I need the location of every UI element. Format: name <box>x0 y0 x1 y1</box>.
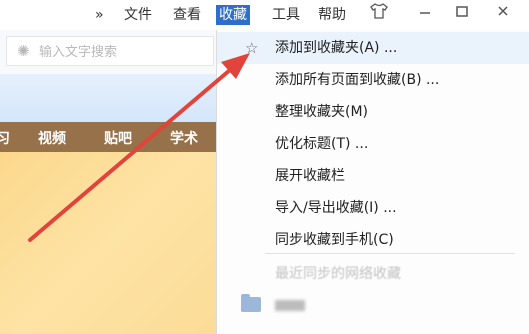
nav-item-tieba[interactable]: 贴吧 <box>104 128 132 148</box>
menu-item-label: 导入/导出收藏(I) ... <box>275 200 397 216</box>
menu-item-add-to-favorites[interactable]: ☆ 添加到收藏夹(A) ... <box>217 32 529 64</box>
search-input[interactable] <box>39 42 209 62</box>
menu-tools[interactable]: 工具 <box>272 5 300 25</box>
page-banner <box>0 152 216 334</box>
menu-item-label: 同步收藏到手机(C) <box>275 232 394 248</box>
menu-view[interactable]: 查看 <box>173 5 201 25</box>
site-nav: 习 视频 贴吧 学术 <box>0 122 216 152</box>
menu-item-label: 添加所有页面到收藏(B) ... <box>275 72 440 88</box>
menu-item-import-export[interactable]: 导入/导出收藏(I) ... <box>217 192 529 224</box>
search-toolbar: ✺ <box>0 30 216 74</box>
menu-item-recent-sync: 最近同步的网络收藏 <box>217 258 529 290</box>
shirt-icon[interactable] <box>370 3 388 23</box>
page-header-band <box>0 74 216 122</box>
menu-item-label: 整理收藏夹(M) <box>275 104 369 120</box>
menu-item-label: 添加到收藏夹(A) ... <box>275 40 398 56</box>
star-icon: ☆ <box>245 39 259 57</box>
menu-item-label: 优化标题(T) ... <box>275 136 369 152</box>
menu-item-expand-favorites-bar[interactable]: 展开收藏栏 <box>217 160 529 192</box>
folder-name-redacted <box>275 300 305 311</box>
maximize-icon[interactable] <box>455 3 469 23</box>
menu-item-label: 最近同步的网络收藏 <box>275 266 401 282</box>
menu-item-add-all-pages[interactable]: 添加所有页面到收藏(B) ... <box>217 64 529 96</box>
menu-separator <box>265 253 515 254</box>
close-icon[interactable] <box>496 3 510 23</box>
paw-icon: ✺ <box>17 42 30 60</box>
minimize-icon[interactable] <box>418 3 432 23</box>
menu-item-optimize-titles[interactable]: 优化标题(T) ... <box>217 128 529 160</box>
favorites-dropdown: ☆ 添加到收藏夹(A) ... 添加所有页面到收藏(B) ... 整理收藏夹(M… <box>216 30 529 334</box>
menu-bar: » 文件 查看 收藏 工具 帮助 <box>0 0 529 30</box>
menu-help[interactable]: 帮助 <box>318 5 346 25</box>
nav-item-academic[interactable]: 学术 <box>170 128 198 148</box>
menu-favorites[interactable]: 收藏 <box>216 5 250 25</box>
search-box[interactable]: ✺ <box>6 36 214 66</box>
folder-icon[interactable] <box>241 294 261 312</box>
nav-item-partial[interactable]: 习 <box>0 128 10 148</box>
nav-item-video[interactable]: 视频 <box>38 128 66 148</box>
menu-item-organize-favorites[interactable]: 整理收藏夹(M) <box>217 96 529 128</box>
menu-overflow-chevron[interactable]: » <box>95 5 104 25</box>
menu-item-sync-to-phone[interactable]: 同步收藏到手机(C) <box>217 224 529 256</box>
menu-item-label: 展开收藏栏 <box>275 168 345 184</box>
menu-file[interactable]: 文件 <box>124 5 152 25</box>
